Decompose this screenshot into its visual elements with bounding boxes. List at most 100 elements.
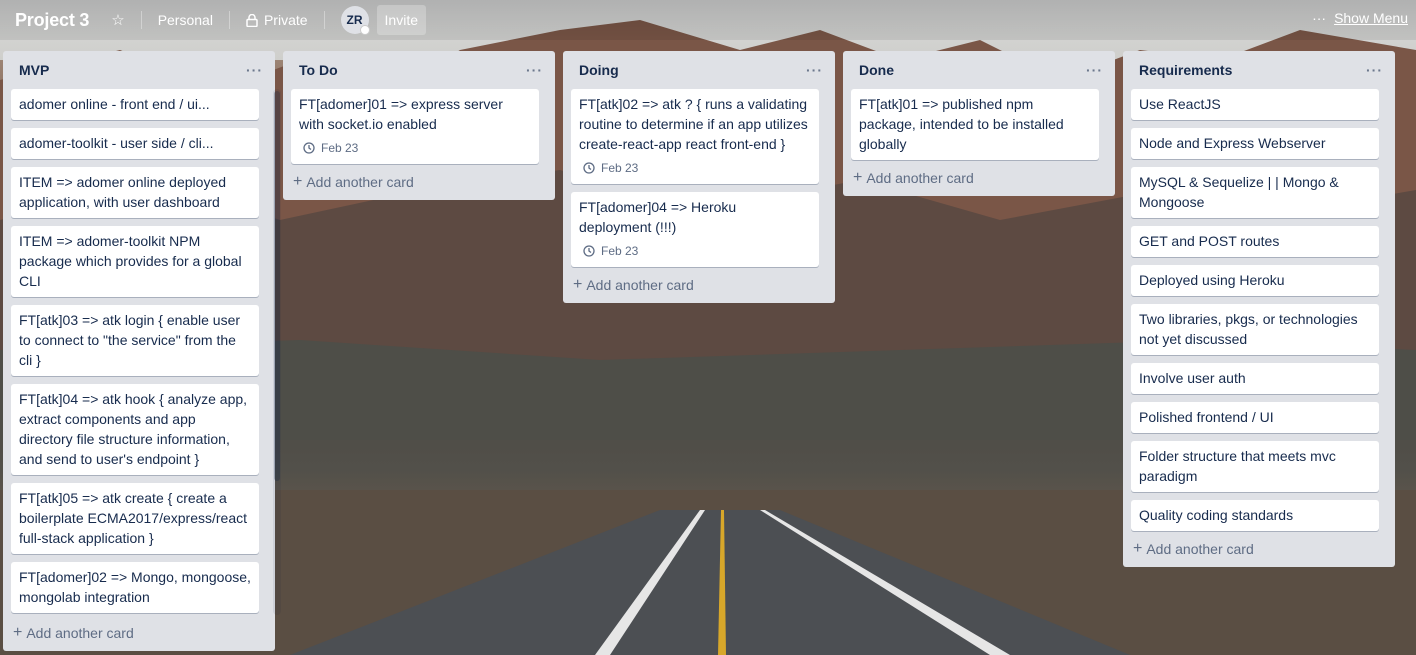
list-doing: Doing ··· FT[atk]02 => atk ? { runs a va… [563,51,835,303]
due-date-badge: Feb 23 [579,158,811,178]
ellipsis-icon[interactable]: ··· [1366,62,1383,78]
plus-icon: + [1133,540,1143,557]
card[interactable]: FT[atk]03 => atk login { enable user to … [11,305,259,376]
ellipsis-icon: ··· [1312,10,1327,26]
ellipsis-icon[interactable]: ··· [806,62,823,78]
invite-button[interactable]: Invite [376,5,426,35]
card[interactable]: FT[adomer]01 => express server with sock… [291,89,539,164]
card[interactable]: adomer-toolkit - user side / cli... [11,128,259,159]
card[interactable]: ITEM => adomer-toolkit NPM package which… [11,226,259,297]
card[interactable]: FT[atk]05 => atk create { create a boile… [11,483,259,554]
due-date-label: Feb 23 [321,141,359,155]
card[interactable]: Node and Express Webserver [1131,128,1379,159]
due-date-badge: Feb 23 [299,138,531,158]
due-date-label: Feb 23 [601,161,639,175]
card-title: FT[adomer]02 => Mongo, mongoose, mongola… [19,569,251,605]
lock-icon [246,13,258,27]
list-header[interactable]: To Do ··· [291,51,547,89]
card[interactable]: Polished frontend / UI [1131,402,1379,433]
list-title[interactable]: Doing [579,62,619,78]
card[interactable]: ITEM => adomer online deployed applicati… [11,167,259,218]
clock-icon [303,142,315,154]
card[interactable]: Involve user auth [1131,363,1379,394]
list-header[interactable]: Doing ··· [571,51,827,89]
card-title: Involve user auth [1139,370,1246,386]
header-divider [323,11,325,29]
card-title: Quality coding standards [1139,507,1294,523]
team-label: Personal [157,12,213,28]
plus-icon: + [293,173,303,190]
list-header[interactable]: Requirements ··· [1131,51,1387,89]
card[interactable]: FT[atk]01 => published npm package, inte… [851,89,1099,160]
card-title: GET and POST routes [1139,233,1280,249]
card-title: adomer-toolkit - user side / cli... [19,135,214,151]
card-title: FT[adomer]04 => Heroku deployment (!!!) [579,199,737,235]
due-date-label: Feb 23 [601,244,639,258]
card-title: FT[atk]03 => atk login { enable user to … [19,312,241,368]
list-title[interactable]: Done [859,62,894,78]
card[interactable]: Folder structure that meets mvc paradigm [1131,441,1379,492]
list-title[interactable]: Requirements [1139,62,1232,78]
card[interactable]: Quality coding standards [1131,500,1379,531]
add-card-button[interactable]: + Add another card [571,267,827,303]
card-title: FT[atk]01 => published npm package, inte… [859,96,1064,152]
header-divider [228,11,230,29]
star-button[interactable]: ☆ [105,9,130,32]
board-title[interactable]: Project 3 [15,10,89,31]
due-date-badge: Feb 23 [579,241,811,261]
card[interactable]: GET and POST routes [1131,226,1379,257]
add-card-button[interactable]: + Add another card [291,164,547,200]
card-title: ITEM => adomer online deployed applicati… [19,174,227,210]
list-to-do: To Do ··· FT[adomer]01 => express server… [283,51,555,200]
card[interactable]: Use ReactJS [1131,89,1379,120]
list-title[interactable]: MVP [19,62,49,78]
plus-icon: + [853,169,863,186]
ellipsis-icon[interactable]: ··· [526,62,543,78]
card[interactable]: FT[atk]02 => atk ? { runs a validating r… [571,89,819,184]
plus-icon: + [13,624,23,641]
card[interactable]: Deployed using Heroku [1131,265,1379,296]
card-title: adomer online - front end / ui... [19,96,210,112]
card-title: Deployed using Heroku [1139,272,1285,288]
board-header: Project 3 ☆ Personal Private ZR Invite ·… [0,0,1416,40]
card[interactable]: FT[adomer]02 => Mongo, mongoose, mongola… [11,562,259,613]
add-card-label: Add another card [866,170,974,186]
ellipsis-icon[interactable]: ··· [1086,62,1103,78]
card[interactable]: FT[adomer]04 => Heroku deployment (!!!) … [571,192,819,267]
show-menu-label: Show Menu [1334,10,1408,26]
list-title[interactable]: To Do [299,62,338,78]
visibility-label: Private [263,12,308,28]
add-card-button[interactable]: + Add another card [1131,531,1387,567]
member-initials: ZR [346,13,363,27]
add-card-button[interactable]: + Add another card [11,615,267,651]
ellipsis-icon[interactable]: ··· [246,62,263,78]
card-title: FT[atk]05 => atk create { create a boile… [19,490,248,546]
list-header[interactable]: Done ··· [851,51,1107,89]
add-card-label: Add another card [586,277,694,293]
card-title: MySQL & Sequelize | | Mongo & Mongoose [1139,174,1339,210]
add-card-label: Add another card [306,174,414,190]
clock-icon [583,162,595,174]
show-menu-button[interactable]: ··· Show Menu [1312,10,1408,26]
card[interactable]: MySQL & Sequelize | | Mongo & Mongoose [1131,167,1379,218]
team-button[interactable]: Personal [152,8,219,32]
list-requirements: Requirements ··· Use ReactJS Node and Ex… [1123,51,1395,567]
card[interactable]: Two libraries, pkgs, or technologies not… [1131,304,1379,355]
add-card-label: Add another card [1146,541,1254,557]
member-avatar[interactable]: ZR [340,6,370,35]
list-scrollbar[interactable] [273,89,281,615]
plus-icon: + [573,276,583,293]
list-mvp: MVP ··· adomer online - front end / ui..… [3,51,281,651]
list-done: Done ··· FT[atk]01 => published npm pack… [843,51,1115,196]
admin-badge-icon [359,25,370,35]
card[interactable]: FT[atk]04 => atk hook { analyze app, ext… [11,384,259,475]
card-title: FT[adomer]01 => express server with sock… [299,96,503,132]
list-header[interactable]: MVP ··· [11,51,267,89]
card-title: Node and Express Webserver [1139,135,1326,151]
card[interactable]: adomer online - front end / ui... [11,89,259,120]
list-cards-scroll[interactable]: adomer online - front end / ui... adomer… [11,89,267,615]
add-card-button[interactable]: + Add another card [851,160,1107,196]
clock-icon [583,245,595,257]
scrollbar-thumb[interactable] [274,91,280,481]
visibility-button[interactable]: Private [240,8,314,32]
